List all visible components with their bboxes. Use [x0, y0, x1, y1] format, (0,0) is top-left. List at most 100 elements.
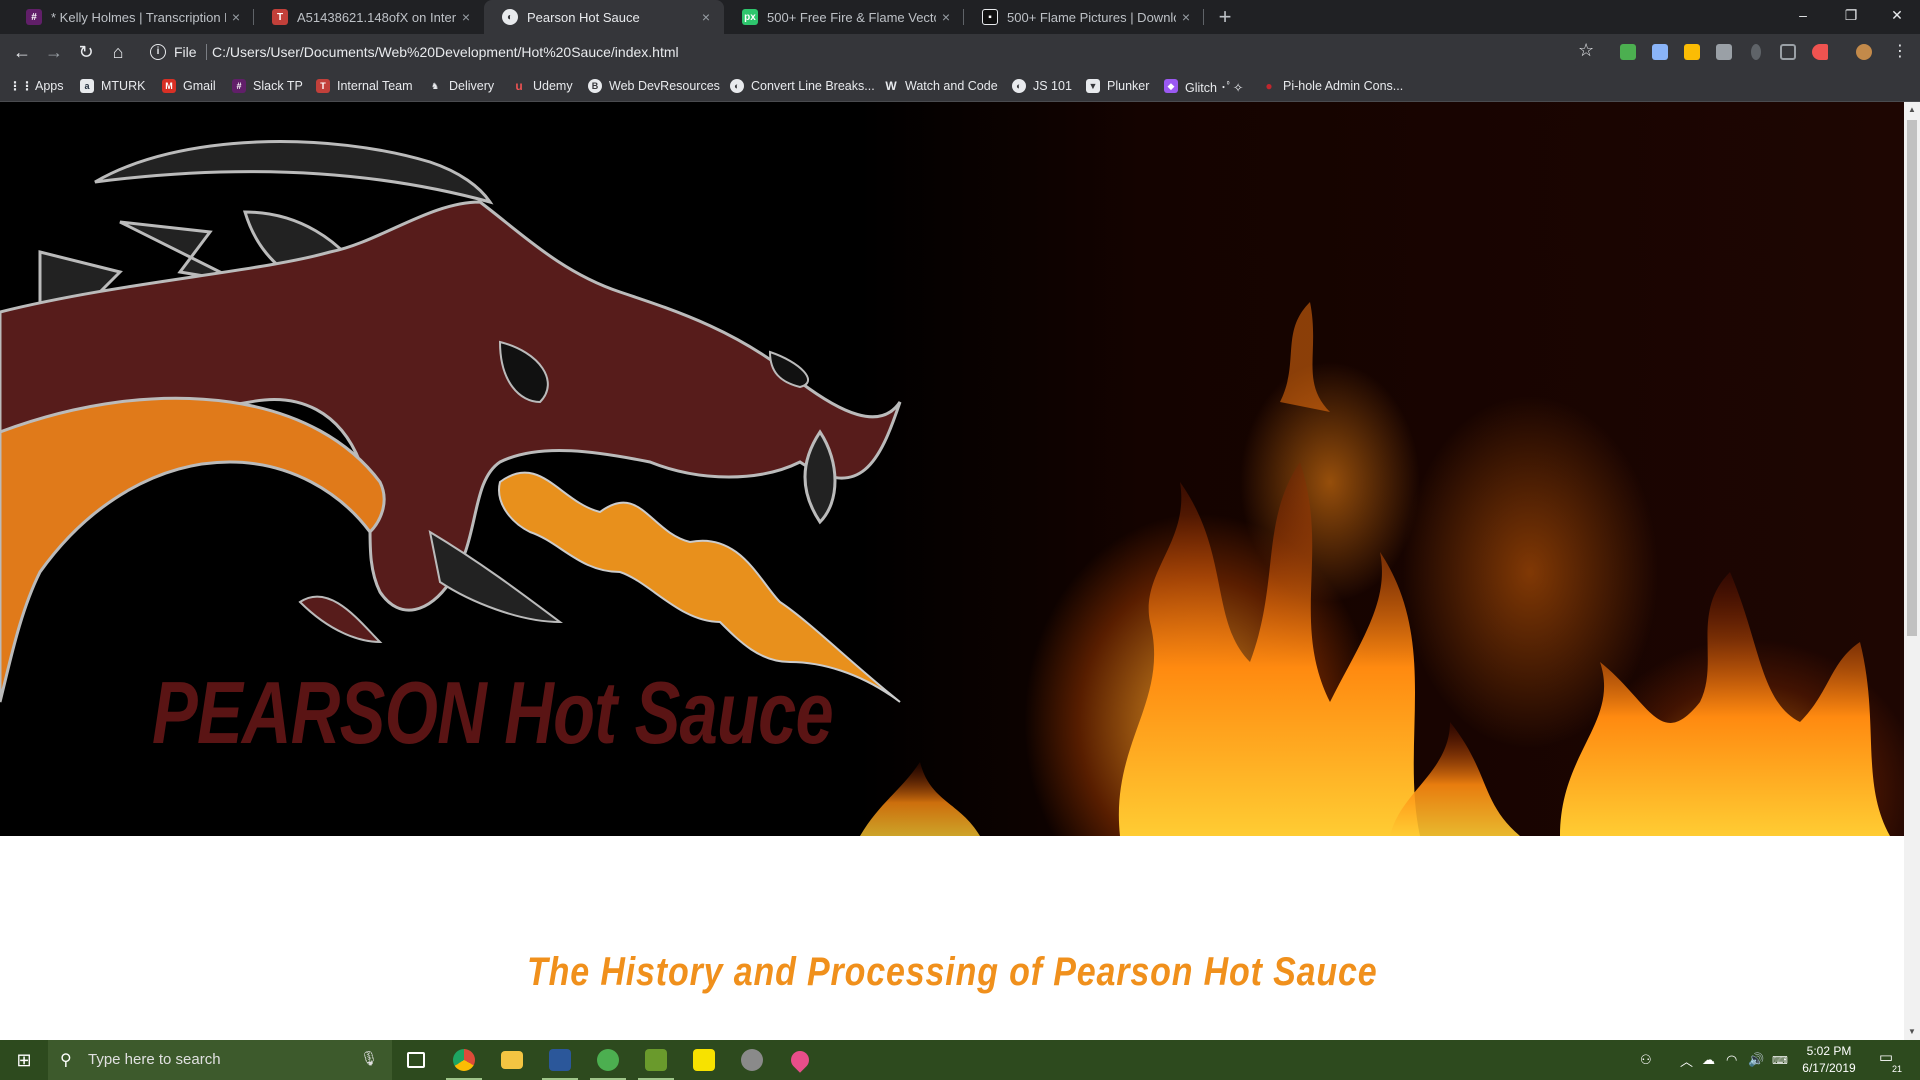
extension-icon[interactable]	[1620, 44, 1636, 60]
plunker-icon: ▼	[1086, 79, 1100, 93]
bookmark-label: JS 101	[1033, 79, 1072, 93]
tab-close-icon[interactable]: ×	[936, 9, 956, 25]
camtasia-icon[interactable]	[632, 1040, 680, 1080]
bookmark-mturk[interactable]: a MTURK	[80, 77, 145, 95]
tab-title: A51438621.148ofX on Internal Te	[297, 9, 456, 25]
chrome-icon[interactable]	[440, 1040, 488, 1080]
section-heading: The History and Processing of Pearson Ho…	[0, 950, 1904, 995]
bookmark-apps[interactable]: ⋮⋮ Apps	[9, 77, 64, 95]
file-explorer-icon[interactable]	[488, 1040, 536, 1080]
bookmark-watch-and-code[interactable]: W Watch and Code	[884, 77, 998, 95]
maps-pin-glyph	[787, 1047, 813, 1073]
tab-close-icon[interactable]: ×	[226, 9, 246, 25]
scroll-up-icon[interactable]: ▲	[1904, 102, 1920, 118]
taskbar-clock[interactable]: 5:02 PM 6/17/2019	[1786, 1043, 1872, 1077]
word-icon[interactable]	[536, 1040, 584, 1080]
menu-icon[interactable]: ⋮	[1888, 40, 1912, 64]
extension-icon[interactable]	[1716, 44, 1732, 60]
bookmark-label: Convert Line Breaks...	[751, 79, 875, 93]
reload-button[interactable]: ↻	[74, 40, 98, 64]
bookmark-internal-team[interactable]: T Internal Team	[316, 77, 413, 95]
word-glyph	[549, 1049, 571, 1071]
bookmark-web-dev-resources[interactable]: B Web DevResources	[588, 77, 720, 95]
maps-pin-icon[interactable]	[776, 1040, 824, 1080]
page-scrollbar[interactable]: ▲ ▼	[1904, 102, 1920, 1040]
wifi-icon[interactable]: ◠	[1726, 1040, 1737, 1080]
back-button[interactable]: ←	[10, 40, 34, 64]
section-heading-text: The History and Processing of Pearson Ho…	[526, 950, 1378, 994]
pihole-icon: ●	[1265, 79, 1273, 93]
tab-fire-vectors[interactable]: px 500+ Free Fire & Flame Vectors - ×	[724, 0, 964, 34]
udemy-icon: u	[515, 79, 523, 93]
tab-flame-pictures[interactable]: ▪ 500+ Flame Pictures | Download ×	[964, 0, 1204, 34]
tab-pearson-hot-sauce[interactable]: ◐ Pearson Hot Sauce ×	[484, 0, 724, 34]
onedrive-icon[interactable]: ☁	[1702, 1040, 1715, 1080]
bookmark-convert-line-breaks[interactable]: ◐ Convert Line Breaks...	[730, 77, 875, 95]
bookmark-label: Plunker	[1107, 79, 1150, 93]
tab-internal-team[interactable]: T A51438621.148ofX on Internal Te ×	[254, 0, 484, 34]
avatar[interactable]	[1856, 44, 1872, 60]
address-bar[interactable]: i File C:/Users/User/Documents/Web%20Dev…	[142, 38, 1588, 66]
bookmark-plunker[interactable]: ▼ Plunker	[1086, 77, 1149, 95]
bookmark-slack-tp[interactable]: # Slack TP	[232, 77, 303, 95]
sticky-notes-icon[interactable]	[680, 1040, 728, 1080]
media-player-glyph	[741, 1049, 763, 1071]
page-viewport: PEARSON Hot Sauce The History and Proces…	[0, 102, 1904, 1040]
close-window-button[interactable]: ✕	[1874, 0, 1920, 30]
search-icon: ⚲	[60, 1052, 72, 1069]
tab-close-icon[interactable]: ×	[696, 9, 716, 25]
minimize-button[interactable]: –	[1780, 0, 1826, 30]
bookmark-label: Watch and Code	[905, 79, 998, 93]
url-text[interactable]: C:/Users/User/Documents/Web%20Developmen…	[212, 44, 679, 60]
tab-close-icon[interactable]: ×	[456, 9, 476, 25]
notifications-icon[interactable]: ▭ 21	[1874, 1048, 1902, 1074]
internal-team-icon: T	[316, 79, 330, 93]
tab-title: * Kelly Holmes | Transcription Par	[51, 9, 226, 25]
microphone-icon[interactable]: 🎙	[360, 1050, 378, 1067]
bookmark-udemy[interactable]: u Udemy	[512, 77, 573, 95]
address-divider	[206, 44, 207, 60]
folder-glyph	[501, 1051, 523, 1069]
globe-app-icon[interactable]	[584, 1040, 632, 1080]
notification-count: 21	[1891, 1064, 1902, 1074]
bookmark-glitch[interactable]: ◆ Glitch ･ﾟ✧	[1164, 77, 1243, 95]
task-view-icon[interactable]	[392, 1040, 440, 1080]
extension-icon[interactable]	[1652, 44, 1668, 60]
slack-icon: #	[232, 79, 246, 93]
bookmark-delivery[interactable]: ♞ Delivery	[428, 77, 494, 95]
home-button[interactable]: ⌂	[106, 40, 130, 64]
scrollbar-thumb[interactable]	[1907, 120, 1917, 636]
new-tab-button[interactable]: +	[1212, 4, 1238, 30]
bookmark-gmail[interactable]: M Gmail	[162, 77, 216, 95]
globe-app-glyph	[597, 1049, 619, 1071]
internal-team-icon: T	[272, 9, 288, 25]
people-icon[interactable]: ⚇	[1640, 1040, 1652, 1080]
windows-taskbar: ⊞ ⚲ Type here to search 🎙 ⚇ ︿ ☁ ◠ 🔊 ⌨ 5:…	[0, 1040, 1920, 1080]
restore-button[interactable]: ❐	[1828, 0, 1874, 30]
apps-grid-icon: ⋮⋮	[9, 79, 33, 93]
tab-kelly-holmes[interactable]: # * Kelly Holmes | Transcription Par ×	[8, 0, 254, 34]
pocket-icon[interactable]	[1780, 44, 1796, 60]
chevron-up-icon[interactable]: ︿	[1680, 1040, 1693, 1080]
bookmark-label: Web DevResources	[609, 79, 720, 93]
media-player-icon[interactable]	[728, 1040, 776, 1080]
extension-icon[interactable]	[1684, 44, 1700, 60]
globe-icon: ◐	[730, 79, 744, 93]
extension-icon[interactable]	[1751, 44, 1761, 60]
bookmark-label: Apps	[35, 79, 64, 93]
bitcoin-icon: B	[588, 79, 602, 93]
extension-icon[interactable]	[1812, 44, 1828, 60]
task-view-glyph	[407, 1052, 425, 1068]
tab-close-icon[interactable]: ×	[1176, 9, 1196, 25]
taskbar-search-box[interactable]: ⚲ Type here to search 🎙	[48, 1040, 392, 1080]
bookmark-star-icon[interactable]: ☆	[1578, 40, 1594, 61]
windows-start-icon[interactable]: ⊞	[0, 1040, 48, 1080]
bookmark-js-101[interactable]: ◐ JS 101	[1012, 77, 1072, 95]
forward-button[interactable]: →	[42, 40, 66, 64]
slack-icon: #	[26, 9, 42, 25]
volume-icon[interactable]: 🔊	[1748, 1040, 1764, 1080]
scroll-down-icon[interactable]: ▼	[1904, 1024, 1920, 1040]
info-icon[interactable]: i	[150, 44, 166, 60]
bookmark-pi-hole[interactable]: ● Pi-hole Admin Cons...	[1262, 77, 1403, 95]
bookmark-label: Udemy	[533, 79, 573, 93]
